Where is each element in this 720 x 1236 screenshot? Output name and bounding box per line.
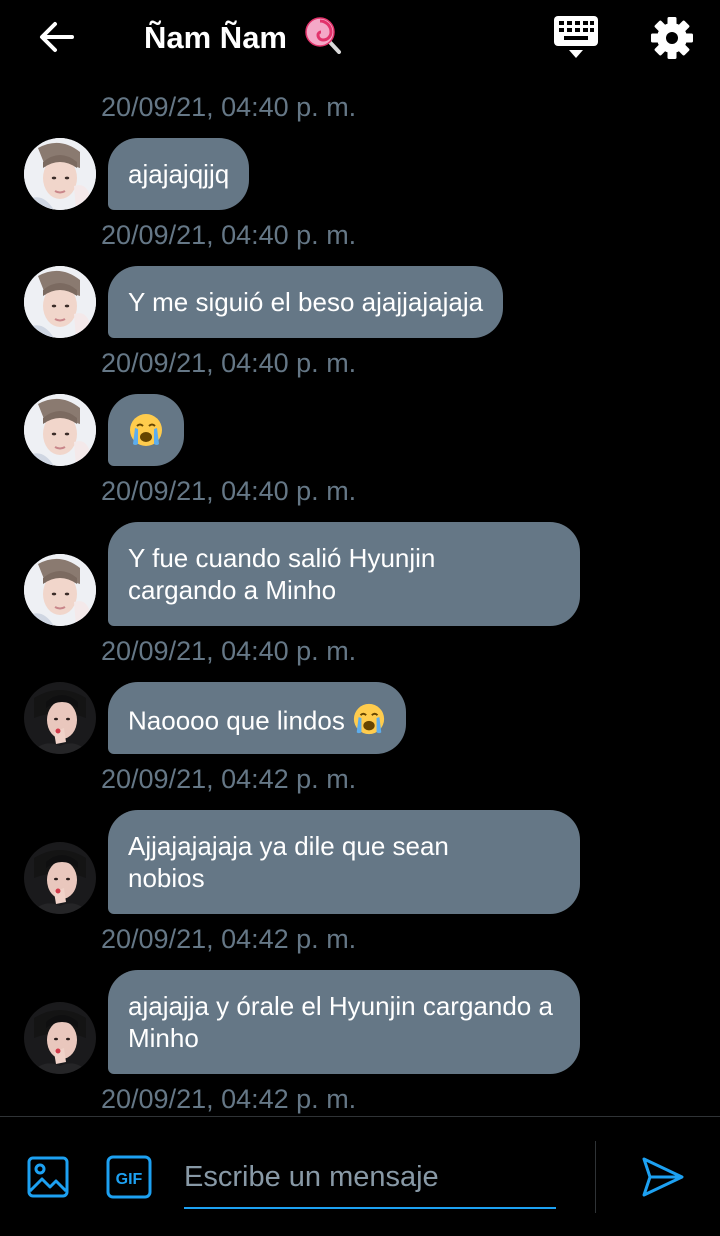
send-icon [642, 1157, 684, 1197]
add-gif-button[interactable]: GIF [106, 1155, 152, 1199]
message-timestamp: 20/09/21, 04:42 p. m. [101, 764, 357, 794]
message-bubble[interactable]: ajajajja y órale el Hyunjin cargando a M… [108, 970, 580, 1074]
lollipop-icon [304, 16, 342, 64]
message-bubble[interactable]: ajajajqjjq [108, 138, 250, 210]
crying-face-icon [128, 412, 164, 455]
message-timestamp: 20/09/21, 04:40 p. m. [101, 636, 357, 666]
message-timestamp: 20/09/21, 04:40 p. m. [101, 476, 357, 506]
message-bubble[interactable] [108, 394, 184, 466]
avatar[interactable] [24, 1002, 96, 1074]
conversation-title[interactable]: Ñam Ñam [144, 16, 342, 64]
keyboard-button[interactable] [552, 14, 600, 60]
message-text: ajajajja y órale el Hyunjin cargando a M… [128, 991, 553, 1053]
add-image-button[interactable] [26, 1155, 70, 1199]
message-text: Naoooo que lindos [128, 705, 345, 736]
message-bubble[interactable]: Ajjajajajaja ya dile que sean nobios [108, 810, 580, 914]
gif-label: GIF [116, 1171, 143, 1188]
avatar[interactable] [24, 138, 96, 210]
message-text: Y fue cuando salió Hyunjin cargando a Mi… [128, 543, 436, 605]
message-bubble[interactable]: Naoooo que lindos [108, 682, 407, 754]
message-timestamp: 20/09/21, 04:40 p. m. [101, 92, 357, 122]
message-timestamp: 20/09/21, 04:42 p. m. [101, 924, 357, 954]
gear-icon [651, 17, 693, 59]
avatar[interactable] [24, 682, 96, 754]
message-text: ajajajqjjq [128, 159, 230, 189]
keyboard-icon [554, 16, 598, 58]
settings-button[interactable] [648, 14, 696, 62]
avatar[interactable] [24, 842, 96, 914]
image-icon [27, 1156, 69, 1198]
avatar[interactable] [24, 266, 96, 338]
avatar[interactable] [24, 554, 96, 626]
message-timestamp: 20/09/21, 04:40 p. m. [101, 348, 357, 378]
message-bubble[interactable]: Y me siguió el beso ajajjajajaja [108, 266, 504, 338]
avatar[interactable] [24, 394, 96, 466]
arrow-left-icon [40, 22, 74, 52]
message-timestamp: 20/09/21, 04:42 p. m. [101, 1084, 357, 1114]
message-timestamp: 20/09/21, 04:40 p. m. [101, 220, 357, 250]
gif-icon: GIF [106, 1155, 152, 1199]
crying-face-icon [352, 702, 386, 743]
conversation-title-text: Ñam Ñam [144, 20, 287, 56]
message-text: Y me siguió el beso ajajjajajaja [128, 287, 484, 317]
message-text: Ajjajajajaja ya dile que sean nobios [128, 831, 449, 893]
message-input[interactable] [184, 1147, 556, 1209]
message-composer: GIF [0, 1116, 720, 1236]
back-button[interactable] [34, 16, 78, 60]
send-button[interactable] [640, 1155, 686, 1199]
message-bubble[interactable]: Y fue cuando salió Hyunjin cargando a Mi… [108, 522, 580, 626]
chat-header: Ñam Ñam [0, 0, 720, 74]
composer-divider [595, 1141, 596, 1213]
